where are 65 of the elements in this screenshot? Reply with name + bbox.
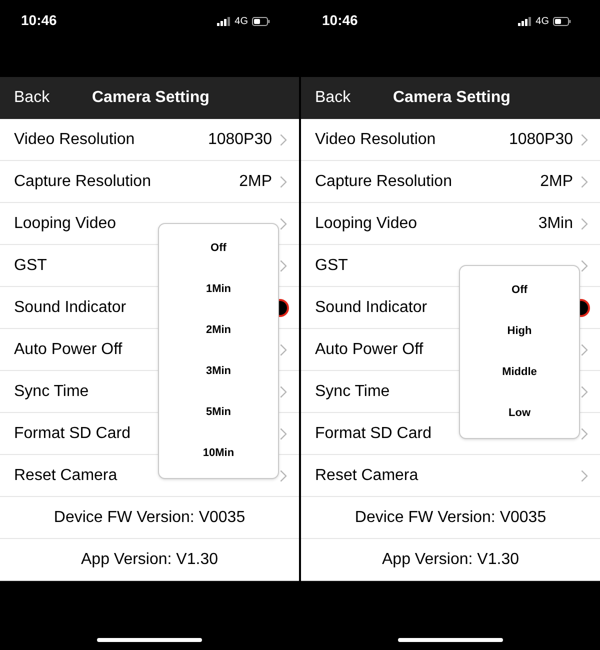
chevron-icon: [280, 260, 287, 272]
chevron-icon: [581, 344, 588, 356]
setting-label: Sound Indicator: [315, 298, 428, 318]
setting-value: 2MP: [540, 172, 573, 192]
version-text: App Version: V1.30: [382, 550, 519, 570]
popup-option[interactable]: Off: [460, 270, 579, 311]
setting-label: Auto Power Off: [315, 340, 424, 360]
setting-value: 1080P30: [208, 130, 272, 150]
setting-label: Looping Video: [315, 214, 418, 234]
chevron-icon: [280, 218, 287, 230]
chevron-icon: [581, 470, 588, 482]
popup-option[interactable]: Off: [159, 228, 278, 269]
chevron-icon: [280, 428, 287, 440]
setting-label: Capture Resolution: [14, 172, 152, 192]
chevron-icon: [581, 218, 588, 230]
chevron-icon: [581, 134, 588, 146]
back-button[interactable]: Back: [14, 86, 92, 110]
setting-label: Video Resolution: [315, 130, 437, 150]
signal-icon: [518, 17, 532, 26]
chevron-icon: [581, 428, 588, 440]
popup-option[interactable]: 3Min: [159, 351, 278, 392]
setting-label: Video Resolution: [14, 130, 136, 150]
signal-icon: [216, 17, 231, 26]
chevron-icon: [280, 470, 287, 482]
status-time: 10:46: [322, 11, 358, 30]
popup-option[interactable]: 1Min: [159, 269, 278, 310]
chevron-icon: [581, 260, 588, 272]
setting-value: 3Min: [538, 214, 573, 234]
popup-option[interactable]: Low: [460, 393, 579, 434]
screen-title: Camera Setting: [393, 88, 510, 108]
setting-value: 1080P30: [508, 130, 573, 150]
setting-label: Format SD Card: [315, 424, 432, 444]
network-label: 4G: [536, 15, 549, 29]
screen-title: Camera Setting: [92, 88, 210, 108]
battery-icon: [252, 17, 270, 26]
chevron-icon: [280, 386, 287, 398]
setting-label: Capture Resolution: [315, 172, 453, 192]
popup-option[interactable]: 2Min: [159, 310, 278, 351]
setting-label: Reset Camera: [315, 466, 420, 486]
version-text: App Version: V1.30: [81, 550, 218, 570]
version-text: Device FW Version: V0035: [54, 508, 246, 528]
setting-label: Reset Camera: [14, 466, 118, 486]
popup-option[interactable]: Middle: [460, 352, 579, 393]
chevron-icon: [581, 176, 588, 188]
chevron-icon: [280, 176, 287, 188]
setting-label: GST: [315, 256, 349, 276]
chevron-icon: [280, 344, 287, 356]
setting-label: Sound Indicator: [14, 298, 128, 318]
chevron-icon: [280, 134, 287, 146]
setting-label: Format SD Card: [14, 424, 132, 444]
popup-option[interactable]: 10Min: [159, 433, 278, 474]
status-time: 10:46: [21, 11, 57, 30]
setting-label: Looping Video: [14, 214, 118, 234]
chevron-icon: [581, 386, 588, 398]
network-label: 4G: [234, 15, 248, 29]
setting-label: Sync Time: [14, 382, 90, 402]
setting-label: GST: [14, 256, 48, 276]
battery-icon: [553, 17, 571, 26]
back-button[interactable]: Back: [315, 86, 393, 110]
version-text: Device FW Version: V0035: [354, 508, 546, 528]
setting-label: Sync Time: [315, 382, 391, 402]
popup-option[interactable]: 5Min: [159, 392, 278, 433]
setting-value: 2MP: [239, 172, 272, 192]
popup-option[interactable]: High: [460, 311, 579, 352]
setting-label: Auto Power Off: [14, 340, 124, 360]
